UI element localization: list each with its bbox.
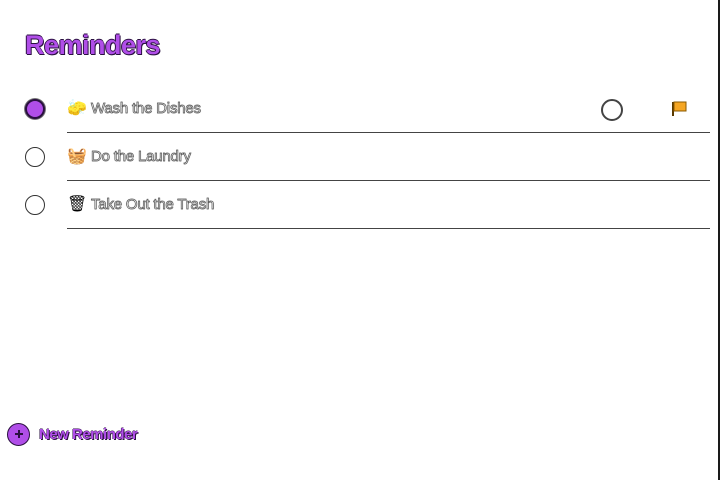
reminder-row[interactable]: 🧺 Do the Laundry — [0, 134, 718, 182]
sponge-icon: 🧽 — [67, 100, 87, 117]
complete-checkbox[interactable] — [25, 195, 45, 215]
reminder-content[interactable]: 🧽 Wash the Dishes — [67, 86, 710, 133]
page-title: Reminders — [25, 30, 161, 60]
info-circle-icon[interactable] — [601, 99, 623, 121]
reminder-row[interactable]: 🧽 Wash the Dishes — [0, 86, 718, 134]
new-reminder-button[interactable]: New Reminder — [7, 422, 138, 446]
reminder-title[interactable]: Wash the Dishes — [91, 100, 202, 118]
reminder-content[interactable]: 🗑 Take Out the Trash — [67, 182, 710, 229]
reminder-title[interactable]: Take Out the Trash — [91, 196, 215, 214]
trash-can-icon: 🗑 — [67, 196, 88, 213]
reminders-window: Reminders 🧽 Wash the Dishes 🧺 Do the Lau… — [0, 0, 720, 480]
reminder-list: 🧽 Wash the Dishes 🧺 Do the Laundry 🗑 Tak… — [0, 86, 718, 230]
plus-circle-icon[interactable] — [7, 422, 30, 446]
laundry-basket-icon: 🧺 — [67, 148, 87, 165]
reminder-content[interactable]: 🧺 Do the Laundry — [67, 134, 710, 181]
complete-checkbox[interactable] — [25, 147, 45, 167]
new-reminder-label[interactable]: New Reminder — [39, 426, 138, 443]
flag-icon[interactable] — [670, 100, 688, 118]
reminder-title[interactable]: Do the Laundry — [91, 148, 192, 166]
reminder-row[interactable]: 🗑 Take Out the Trash — [0, 182, 718, 230]
complete-checkbox[interactable] — [25, 99, 45, 119]
